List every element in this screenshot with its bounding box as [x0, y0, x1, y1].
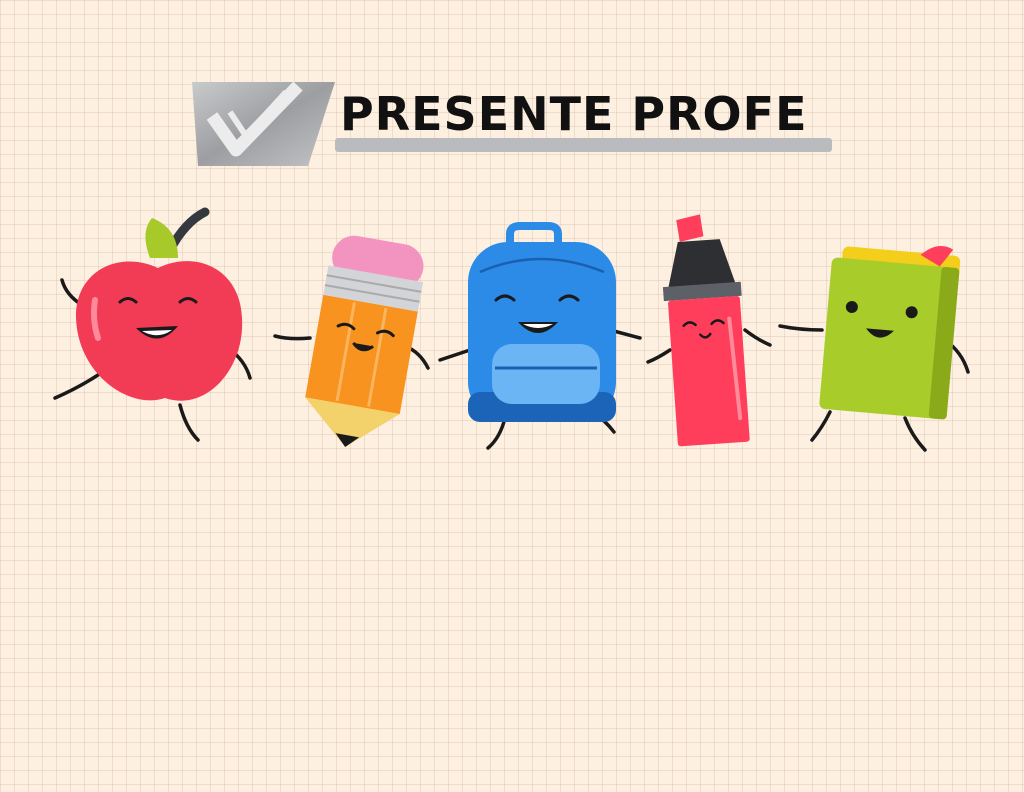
highlighter-icon	[662, 214, 750, 447]
characters-illustration	[53, 207, 970, 452]
brand-logo: PRESENTE PROFE	[190, 78, 835, 170]
backpack-icon	[468, 222, 616, 422]
apple-icon	[75, 207, 243, 401]
brand-underline	[335, 138, 832, 152]
checkmark-icon	[192, 81, 335, 166]
pencil-icon	[305, 235, 424, 448]
brand-title: PRESENTE PROFE	[340, 87, 808, 141]
book-icon	[819, 245, 961, 420]
